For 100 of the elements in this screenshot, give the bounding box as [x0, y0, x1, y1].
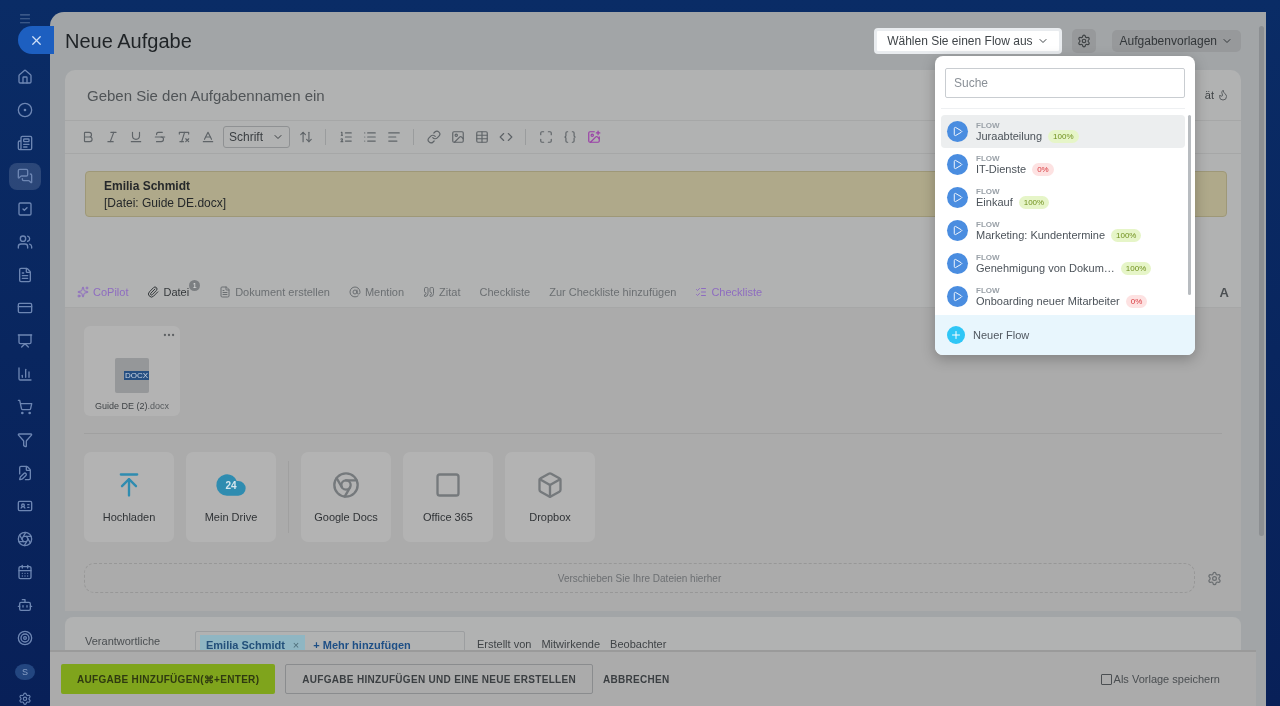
editor-tab[interactable]: Dokument erstellen	[219, 286, 330, 298]
person-name: Emilia Schmidt	[206, 639, 285, 650]
editor-tab[interactable]: Mention	[348, 286, 405, 298]
upload-source-button[interactable]: Dropbox	[505, 452, 595, 542]
settings-button[interactable]	[1071, 29, 1096, 53]
item-type-label: FLOW	[976, 186, 1001, 196]
settings-icon[interactable]	[1207, 570, 1222, 586]
user-avatar[interactable]: S	[15, 663, 35, 681]
docx-file-icon: DOCX	[115, 358, 149, 393]
efficiency-badge: 100%	[1018, 195, 1050, 209]
item-type-label: FLOW	[976, 252, 1001, 262]
flow-name: Marketing: Kundentermine	[976, 229, 1105, 241]
task-icon	[17, 201, 33, 217]
flow-name: Genehmigung von Dokum…	[976, 262, 1115, 274]
flow-icon	[947, 187, 968, 208]
id-card-icon	[17, 498, 33, 514]
file-name: Guide DE (2).docx	[94, 401, 169, 411]
sidebar-item[interactable]	[9, 162, 41, 190]
scrollbar-thumb[interactable]	[1188, 115, 1191, 295]
field-label: Verantwortliche	[85, 635, 162, 647]
quote-text: [Datei: Guide DE.docx]	[104, 195, 227, 210]
news-icon	[17, 135, 33, 151]
paperclip-icon	[147, 286, 160, 298]
circle-icon	[17, 102, 33, 118]
flow-item[interactable]: FLOW Juraabteilung 100%	[941, 115, 1185, 148]
image-plus-icon[interactable]	[585, 128, 602, 146]
braces-icon[interactable]	[561, 128, 578, 146]
cancel-button[interactable]: ABBRECHEN	[603, 664, 670, 694]
quote-icon	[423, 286, 436, 298]
flow-name: Einkauf	[976, 196, 1013, 208]
efficiency-badge: 100%	[1111, 228, 1142, 242]
card-icon	[17, 300, 33, 316]
flow-name: Juraabteilung	[976, 130, 1043, 142]
target-icon	[17, 630, 33, 646]
priority-label[interactable]: ät	[1204, 89, 1214, 101]
plus-icon	[947, 326, 965, 344]
robot-icon	[17, 597, 33, 613]
chat-icon	[17, 168, 33, 184]
person-chip[interactable]: Emilia Schmidt ×	[200, 635, 306, 650]
presentation-icon	[17, 333, 33, 349]
efficiency-badge: 100%	[1120, 261, 1152, 275]
text-format-toggle[interactable]: A	[1219, 284, 1229, 300]
checkbox-label[interactable]: Als Vorlage speichern	[1113, 673, 1220, 685]
document-icon	[219, 286, 232, 298]
add-and-new-button[interactable]: AUFGABE HINZUFÜGEN UND EINE NEUE ERSTELLEN	[285, 664, 593, 694]
checkbox[interactable]	[1100, 673, 1112, 685]
font-select[interactable]: Schrift	[223, 126, 290, 148]
image-icon[interactable]	[449, 128, 466, 146]
upload-source-button[interactable]: Hochladen	[84, 452, 174, 542]
flow-name: Onboarding neuer Mitarbeiter	[976, 295, 1120, 307]
upload-source-button[interactable]: 24 Mein Drive	[186, 452, 276, 542]
quote-author: Emilia Schmidt	[104, 178, 191, 193]
add-task-button[interactable]: AUFGABE HINZUFÜGEN(⌘+ENTER)	[61, 664, 276, 694]
table-icon[interactable]	[473, 128, 490, 146]
editor-tab[interactable]: Datei	[147, 286, 190, 298]
checklist-icon	[695, 286, 708, 298]
at-icon	[348, 286, 361, 298]
settings-icon	[1076, 34, 1091, 48]
efficiency-badge: 100%	[1048, 129, 1079, 143]
chart-icon	[17, 366, 33, 382]
copilot-icon	[77, 286, 89, 298]
file-card[interactable]: DOCX Guide DE (2).docx	[84, 326, 180, 416]
home-icon	[17, 69, 33, 85]
document-icon	[17, 267, 33, 283]
cart-icon	[17, 399, 33, 415]
flow-select[interactable]: Wählen Sie einen Flow aus	[874, 28, 1062, 54]
upload-source-button[interactable]: Google Docs	[301, 452, 391, 542]
new-flow-button[interactable]: Neuer Flow	[935, 315, 1195, 355]
templates-dropdown[interactable]: Aufgabenvorlagen	[1111, 30, 1241, 52]
remove-icon[interactable]: ×	[292, 639, 300, 650]
editor-tab[interactable]: Zitat	[423, 286, 461, 298]
efficiency-badge: 0%	[1125, 294, 1148, 308]
window-title: Neue Aufgabe	[65, 29, 193, 53]
flow-icon	[947, 220, 968, 241]
flow-icon	[947, 121, 968, 142]
editor-tab[interactable]: Zur Checkliste hinzufügen	[549, 286, 677, 298]
item-type-label: FLOW	[976, 153, 1001, 163]
flame-icon[interactable]	[1217, 89, 1229, 101]
link-icon[interactable]	[425, 128, 442, 146]
filter-icon	[17, 432, 33, 448]
fullscreen-icon[interactable]	[537, 128, 554, 146]
cloud-icon: 24	[215, 471, 247, 499]
flow-icon	[947, 286, 968, 307]
upload-source-button[interactable]: Office 365	[403, 452, 493, 542]
editor-tab[interactable]: Checkliste	[479, 286, 531, 298]
users-icon	[17, 234, 33, 250]
search-field[interactable]: Suche	[945, 68, 1185, 98]
item-type-label: FLOW	[976, 120, 1001, 130]
flow-name: IT-Dienste	[976, 163, 1027, 175]
item-type-label: FLOW	[976, 285, 1001, 295]
flow-icon	[947, 154, 968, 175]
aperture-icon	[17, 531, 33, 547]
efficiency-badge: 0%	[1032, 162, 1054, 176]
close-button[interactable]	[18, 26, 54, 54]
flow-icon	[947, 253, 968, 274]
calendar-icon	[17, 564, 33, 580]
menu-icon[interactable]	[17, 12, 33, 26]
item-type-label: FLOW	[976, 219, 1001, 229]
signed-file-icon	[17, 465, 33, 481]
settings-icon[interactable]	[17, 692, 33, 706]
